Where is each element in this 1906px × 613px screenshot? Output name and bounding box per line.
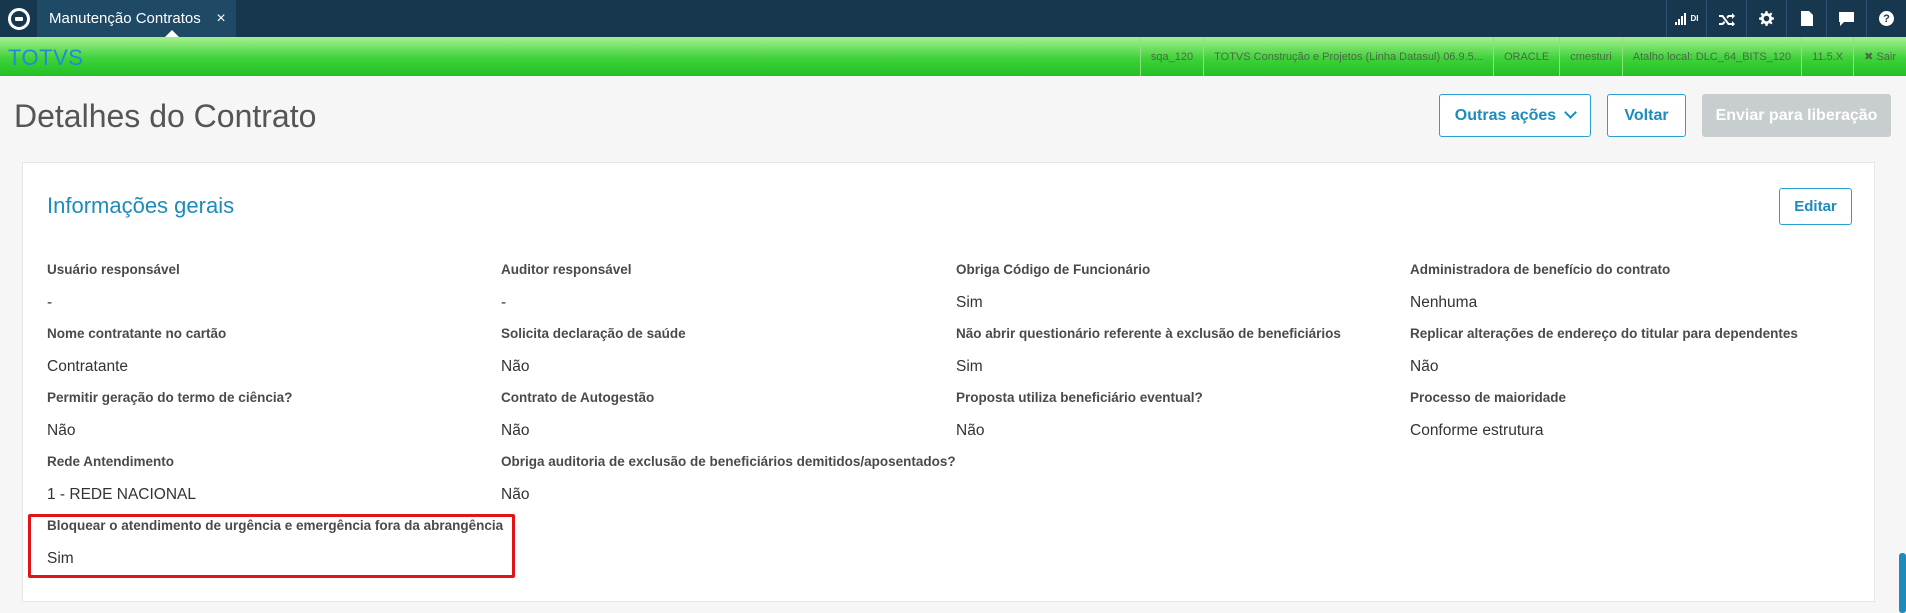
field-contrato-autogestao: Contrato de Autogestão Não — [501, 390, 941, 440]
tab-manutencao-contratos[interactable]: Manutenção Contratos × — [37, 0, 236, 38]
field-solicita-declaracao-saude: Solicita declaração de saúde Não — [501, 326, 941, 376]
field-label: Obriga Código de Funcionário — [956, 262, 1151, 277]
field-value: Não — [501, 422, 530, 439]
field-obriga-codigo-funcionario: Obriga Código de Funcionário Sim — [956, 262, 1396, 312]
top-navigation-bar: Manutenção Contratos × DI ? — [0, 0, 1906, 38]
field-termo-ciencia: Permitir geração do termo de ciência? Nã… — [47, 390, 487, 440]
exit-button[interactable]: ✖ Sair — [1853, 37, 1906, 76]
field-label: Usuário responsável — [47, 262, 180, 277]
env-database: ORACLE — [1492, 37, 1559, 76]
field-label: Administradora de benefício do contrato — [1410, 262, 1671, 277]
environment-info: sqa_120 TOTVS Construção e Projetos (Lin… — [1139, 37, 1906, 76]
field-administradora-beneficio: Administradora de benefício do contrato … — [1410, 262, 1850, 312]
general-info-card: Informações gerais Editar Usuário respon… — [22, 162, 1875, 602]
environment-bar: TOTVS sqa_120 TOTVS Construção e Projeto… — [0, 37, 1906, 76]
env-shortcut: Atalho local: DLC_64_BITS_120 — [1621, 37, 1801, 76]
help-glyph: ? — [1879, 11, 1894, 26]
field-value: Não — [1410, 358, 1439, 375]
field-value: 1 - REDE NACIONAL — [47, 486, 197, 503]
field-value: Nenhuma — [1410, 294, 1478, 311]
field-label: Permitir geração do termo de ciência? — [47, 390, 293, 405]
page-title: Detalhes do Contrato — [14, 98, 317, 134]
field-label: Contrato de Autogestão — [501, 390, 655, 405]
field-value: - — [501, 294, 507, 311]
field-label: Processo de maioridade — [1410, 390, 1567, 405]
env-product: TOTVS Construção e Projetos (Linha Datas… — [1203, 37, 1493, 76]
field-auditor-responsavel: Auditor responsável - — [501, 262, 941, 312]
back-button[interactable]: Voltar — [1607, 94, 1686, 137]
edit-button[interactable]: Editar — [1779, 188, 1852, 225]
field-nao-abrir-questionario: Não abrir questionário referente à exclu… — [956, 326, 1396, 376]
document-icon[interactable] — [1786, 0, 1826, 37]
field-label: Proposta utiliza beneficiário eventual? — [956, 390, 1203, 405]
field-value: Sim — [956, 358, 983, 375]
field-label: Obriga auditoria de exclusão de benefici… — [501, 454, 956, 469]
card-title: Informações gerais — [47, 193, 235, 218]
other-actions-button[interactable]: Outras ações — [1439, 94, 1591, 137]
field-label: Não abrir questionário referente à exclu… — [956, 326, 1341, 341]
gear-icon[interactable] — [1746, 0, 1786, 37]
field-label: Auditor responsável — [501, 262, 632, 277]
chevron-down-icon — [1564, 106, 1578, 119]
tab-label: Manutenção Contratos — [49, 10, 201, 27]
highlight-box — [28, 514, 515, 578]
field-rede-atendimento: Rede Antendimento 1 - REDE NACIONAL — [47, 454, 487, 504]
field-value: Sim — [956, 294, 983, 311]
field-value: Contratante — [47, 358, 128, 375]
field-beneficiario-eventual: Proposta utiliza beneficiário eventual? … — [956, 390, 1396, 440]
field-label: Replicar alterações de endereço do titul… — [1410, 326, 1798, 341]
field-replicar-alteracoes-endereco: Replicar alterações de endereço do titul… — [1410, 326, 1850, 376]
field-label: Rede Antendimento — [47, 454, 175, 469]
field-nome-contratante-cartao: Nome contratante no cartão Contratante — [47, 326, 487, 376]
env-user: cmesturi — [1559, 37, 1622, 76]
other-actions-label: Outras ações — [1454, 106, 1557, 124]
signal-icon[interactable]: DI — [1666, 0, 1706, 37]
field-value: Não — [501, 358, 530, 375]
scrollbar-thumb[interactable] — [1899, 553, 1906, 613]
field-value: Não — [501, 486, 530, 503]
send-for-release-button[interactable]: Enviar para liberação — [1702, 94, 1891, 137]
close-icon[interactable]: × — [206, 10, 236, 28]
field-usuario-responsavel: Usuário responsável - — [47, 262, 487, 312]
field-auditoria-exclusao: Obriga auditoria de exclusão de benefici… — [501, 454, 956, 504]
shuffle-icon[interactable] — [1706, 0, 1746, 37]
signal-label: DI — [1690, 14, 1699, 23]
field-value: Não — [47, 422, 76, 439]
chat-icon[interactable] — [1826, 0, 1866, 37]
field-label: Solicita declaração de saúde — [501, 326, 686, 341]
field-value: Conforme estrutura — [1410, 422, 1544, 439]
help-icon[interactable]: ? — [1866, 0, 1906, 37]
brand-logo: TOTVS — [8, 45, 84, 70]
field-value: - — [47, 294, 53, 311]
top-icon-group: DI ? — [1666, 0, 1906, 37]
field-value: Não — [956, 422, 985, 439]
field-processo-maioridade: Processo de maioridade Conforme estrutur… — [1410, 390, 1850, 440]
app-logo-icon[interactable] — [0, 0, 37, 37]
env-version: 11.5.X — [1801, 37, 1853, 76]
field-label: Nome contratante no cartão — [47, 326, 227, 341]
env-server: sqa_120 — [1139, 37, 1203, 76]
